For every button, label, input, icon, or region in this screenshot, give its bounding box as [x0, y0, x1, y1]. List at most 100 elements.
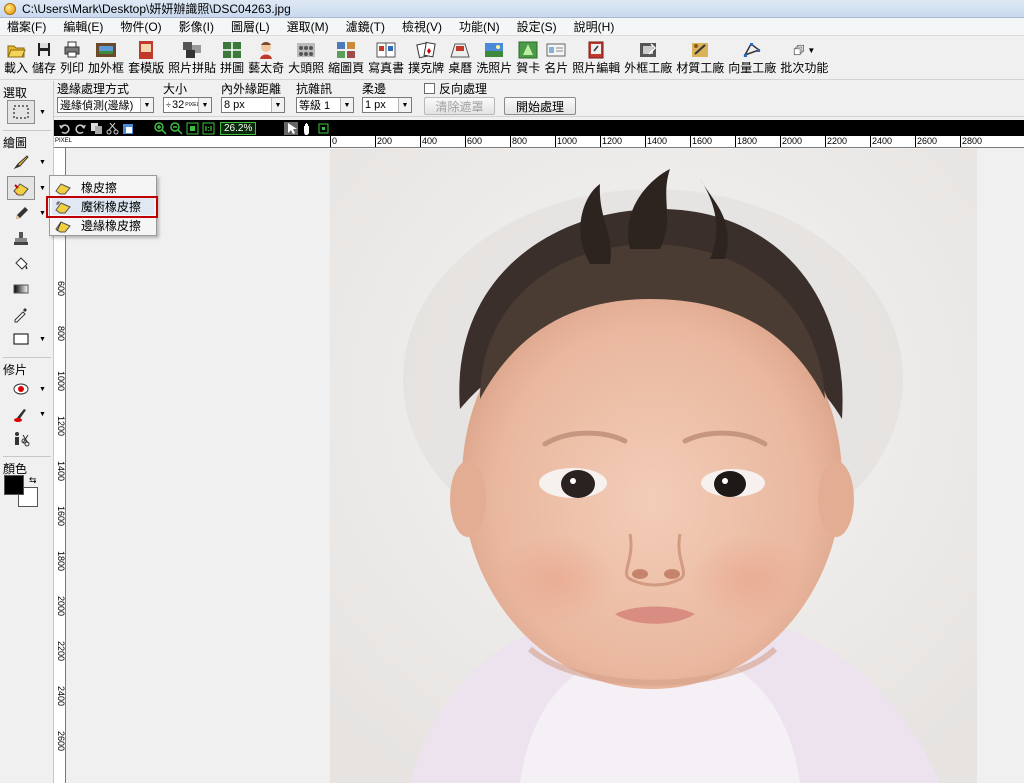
chevron-down-icon[interactable]: ▼ — [39, 336, 46, 343]
menu-function[interactable]: 功能(N) — [459, 18, 500, 35]
save-disk-icon — [33, 40, 55, 60]
open-button[interactable]: 載入 — [2, 37, 30, 79]
separator — [3, 130, 51, 131]
copy-icon[interactable] — [89, 122, 103, 135]
photo-edit-button[interactable]: 照片編輯 — [570, 37, 622, 79]
eraser-tool[interactable] — [7, 176, 35, 200]
chevron-down-icon[interactable]: ▼ — [39, 386, 46, 393]
photo-book-button[interactable]: 寫真書 — [366, 37, 406, 79]
anti-noise-label: 抗雜訊 — [296, 82, 333, 96]
baby-photo-illustration — [330, 149, 977, 783]
menu-help[interactable]: 說明(H) — [574, 18, 615, 35]
foreground-color-swatch[interactable] — [4, 475, 24, 495]
canvas-toolbar: 26.2% — [54, 120, 1024, 136]
business-card-button[interactable]: 名片 — [542, 37, 570, 79]
eyedropper-tool[interactable] — [7, 302, 35, 326]
scissors-icon[interactable] — [105, 122, 119, 135]
thumbnail-page-button[interactable]: 縮圖頁 — [326, 37, 366, 79]
top-ruler: PIXEL 0 200 400 600 800 1000 1200 1400 1… — [54, 136, 1024, 148]
print-button[interactable]: 列印 — [58, 37, 86, 79]
stepper-arrows-icon[interactable]: ÷ — [166, 100, 171, 110]
edge-distance-label: 內外緣距離 — [221, 82, 282, 96]
people-cutout-tool[interactable] — [7, 427, 35, 451]
stamp-tool[interactable] — [7, 227, 35, 251]
feather-select[interactable]: 1 px ▼ — [362, 97, 412, 113]
menu-item-eraser[interactable]: 橡皮擦 — [52, 179, 154, 196]
swap-colors-icon[interactable]: ⇆ — [29, 475, 37, 486]
clear-mask-button[interactable]: 清除遮罩 — [424, 97, 495, 115]
zoom-in-icon[interactable] — [153, 121, 167, 135]
red-eye-tool[interactable] — [7, 377, 35, 401]
rect-select-tool[interactable] — [7, 100, 35, 124]
anti-noise-select[interactable]: 等級 1 ▼ — [296, 97, 354, 113]
frame-icon — [95, 40, 117, 60]
batch-button[interactable]: ▼ 批次功能 — [778, 37, 830, 79]
edge-mode-label: 邊緣處理方式 — [57, 82, 130, 96]
vector-factory-button[interactable]: 向量工廠 — [726, 37, 778, 79]
chevron-down-icon[interactable]: ▼ — [39, 109, 46, 116]
template-button[interactable]: 套模版 — [126, 37, 166, 79]
save-button[interactable]: 儲存 — [30, 37, 58, 79]
collage-button[interactable]: 照片拼貼 — [166, 37, 218, 79]
start-group: 開始處理 — [504, 82, 576, 115]
start-processing-button[interactable]: 開始處理 — [504, 97, 576, 115]
zoom-level[interactable]: 26.2% — [220, 121, 257, 135]
menu-file[interactable]: 檔案(F) — [7, 18, 46, 35]
poker-card-button[interactable]: 撲克牌 — [406, 37, 446, 79]
fit-window-icon[interactable] — [185, 122, 199, 135]
people-scissors-icon — [15, 432, 30, 447]
size-group: 大小 ÷ 32 PIXEL ▼ — [163, 82, 212, 113]
hand-icon[interactable] — [300, 122, 314, 135]
zoom-out-icon[interactable] — [169, 121, 183, 135]
print-photo-button[interactable]: 洗照片 — [474, 37, 514, 79]
texture-factory-icon — [689, 40, 711, 60]
menu-layer[interactable]: 圖層(L) — [231, 18, 270, 35]
stamp-icon — [14, 232, 28, 245]
actual-size-icon[interactable] — [201, 122, 215, 135]
texture-factory-button[interactable]: 材質工廠 — [674, 37, 726, 79]
add-frame-button[interactable]: 加外框 — [86, 37, 126, 79]
puzzle-button[interactable]: 拼圖 — [218, 37, 246, 79]
invert-label: 反向處理 — [439, 82, 488, 96]
frame-factory-button[interactable]: 外框工廠 — [622, 37, 674, 79]
chevron-down-icon[interactable]: ▼ — [39, 411, 46, 418]
paste-icon[interactable] — [121, 122, 135, 135]
brush-tool[interactable] — [7, 150, 35, 174]
invert-checkbox[interactable] — [424, 83, 435, 94]
undo-icon[interactable] — [57, 122, 71, 135]
menu-edit[interactable]: 編輯(E) — [63, 18, 103, 35]
pointer-icon[interactable] — [284, 121, 299, 135]
eyedropper-icon — [14, 308, 27, 323]
greeting-card-button[interactable]: 賀卡 — [514, 37, 542, 79]
fill-tool[interactable] — [7, 252, 35, 276]
artist-button[interactable]: 藝太奇 — [246, 37, 286, 79]
select-section-label: 選取 — [3, 86, 28, 100]
menu-object[interactable]: 物件(O) — [120, 18, 161, 35]
id-photo-button[interactable]: 大頭照 — [286, 37, 326, 79]
chevron-down-icon[interactable]: ▼ — [39, 185, 46, 192]
edge-distance-select[interactable]: 8 px ▼ — [221, 97, 285, 113]
puzzle-icon — [221, 40, 243, 60]
menu-select[interactable]: 選取(M) — [287, 18, 329, 35]
retouch-brush-tool[interactable] — [7, 402, 35, 426]
pencil-tool[interactable] — [7, 201, 35, 225]
menu-image[interactable]: 影像(I) — [179, 18, 214, 35]
menu-filter[interactable]: 濾鏡(T) — [346, 18, 385, 35]
canvas-workspace[interactable] — [67, 149, 1024, 783]
size-stepper[interactable]: ÷ 32 PIXEL ▼ — [163, 97, 212, 113]
redo-icon[interactable] — [73, 122, 87, 135]
menu-item-edge-eraser[interactable]: 邊緣橡皮擦 — [52, 217, 154, 234]
baby-photo[interactable] — [330, 149, 977, 783]
gradient-tool[interactable] — [7, 277, 35, 301]
thumbnail-page-icon — [335, 40, 357, 60]
menu-view[interactable]: 檢視(V) — [402, 18, 442, 35]
menu-settings[interactable]: 設定(S) — [517, 18, 557, 35]
desk-calendar-button[interactable]: 桌曆 — [446, 37, 474, 79]
edge-mode-select[interactable]: 邊緣偵測(邊緣) ▼ — [57, 97, 154, 113]
tool-panel: 選取 ▼ 繪圖 ▼ ▼ ▼ ▼ 修片 ▼ ▼ 顏色 — [0, 81, 54, 783]
eraser-icon — [13, 183, 29, 196]
crop-icon[interactable] — [316, 122, 330, 135]
shape-tool[interactable] — [7, 327, 35, 351]
chevron-down-icon[interactable]: ▼ — [39, 210, 46, 217]
chevron-down-icon[interactable]: ▼ — [39, 159, 46, 166]
